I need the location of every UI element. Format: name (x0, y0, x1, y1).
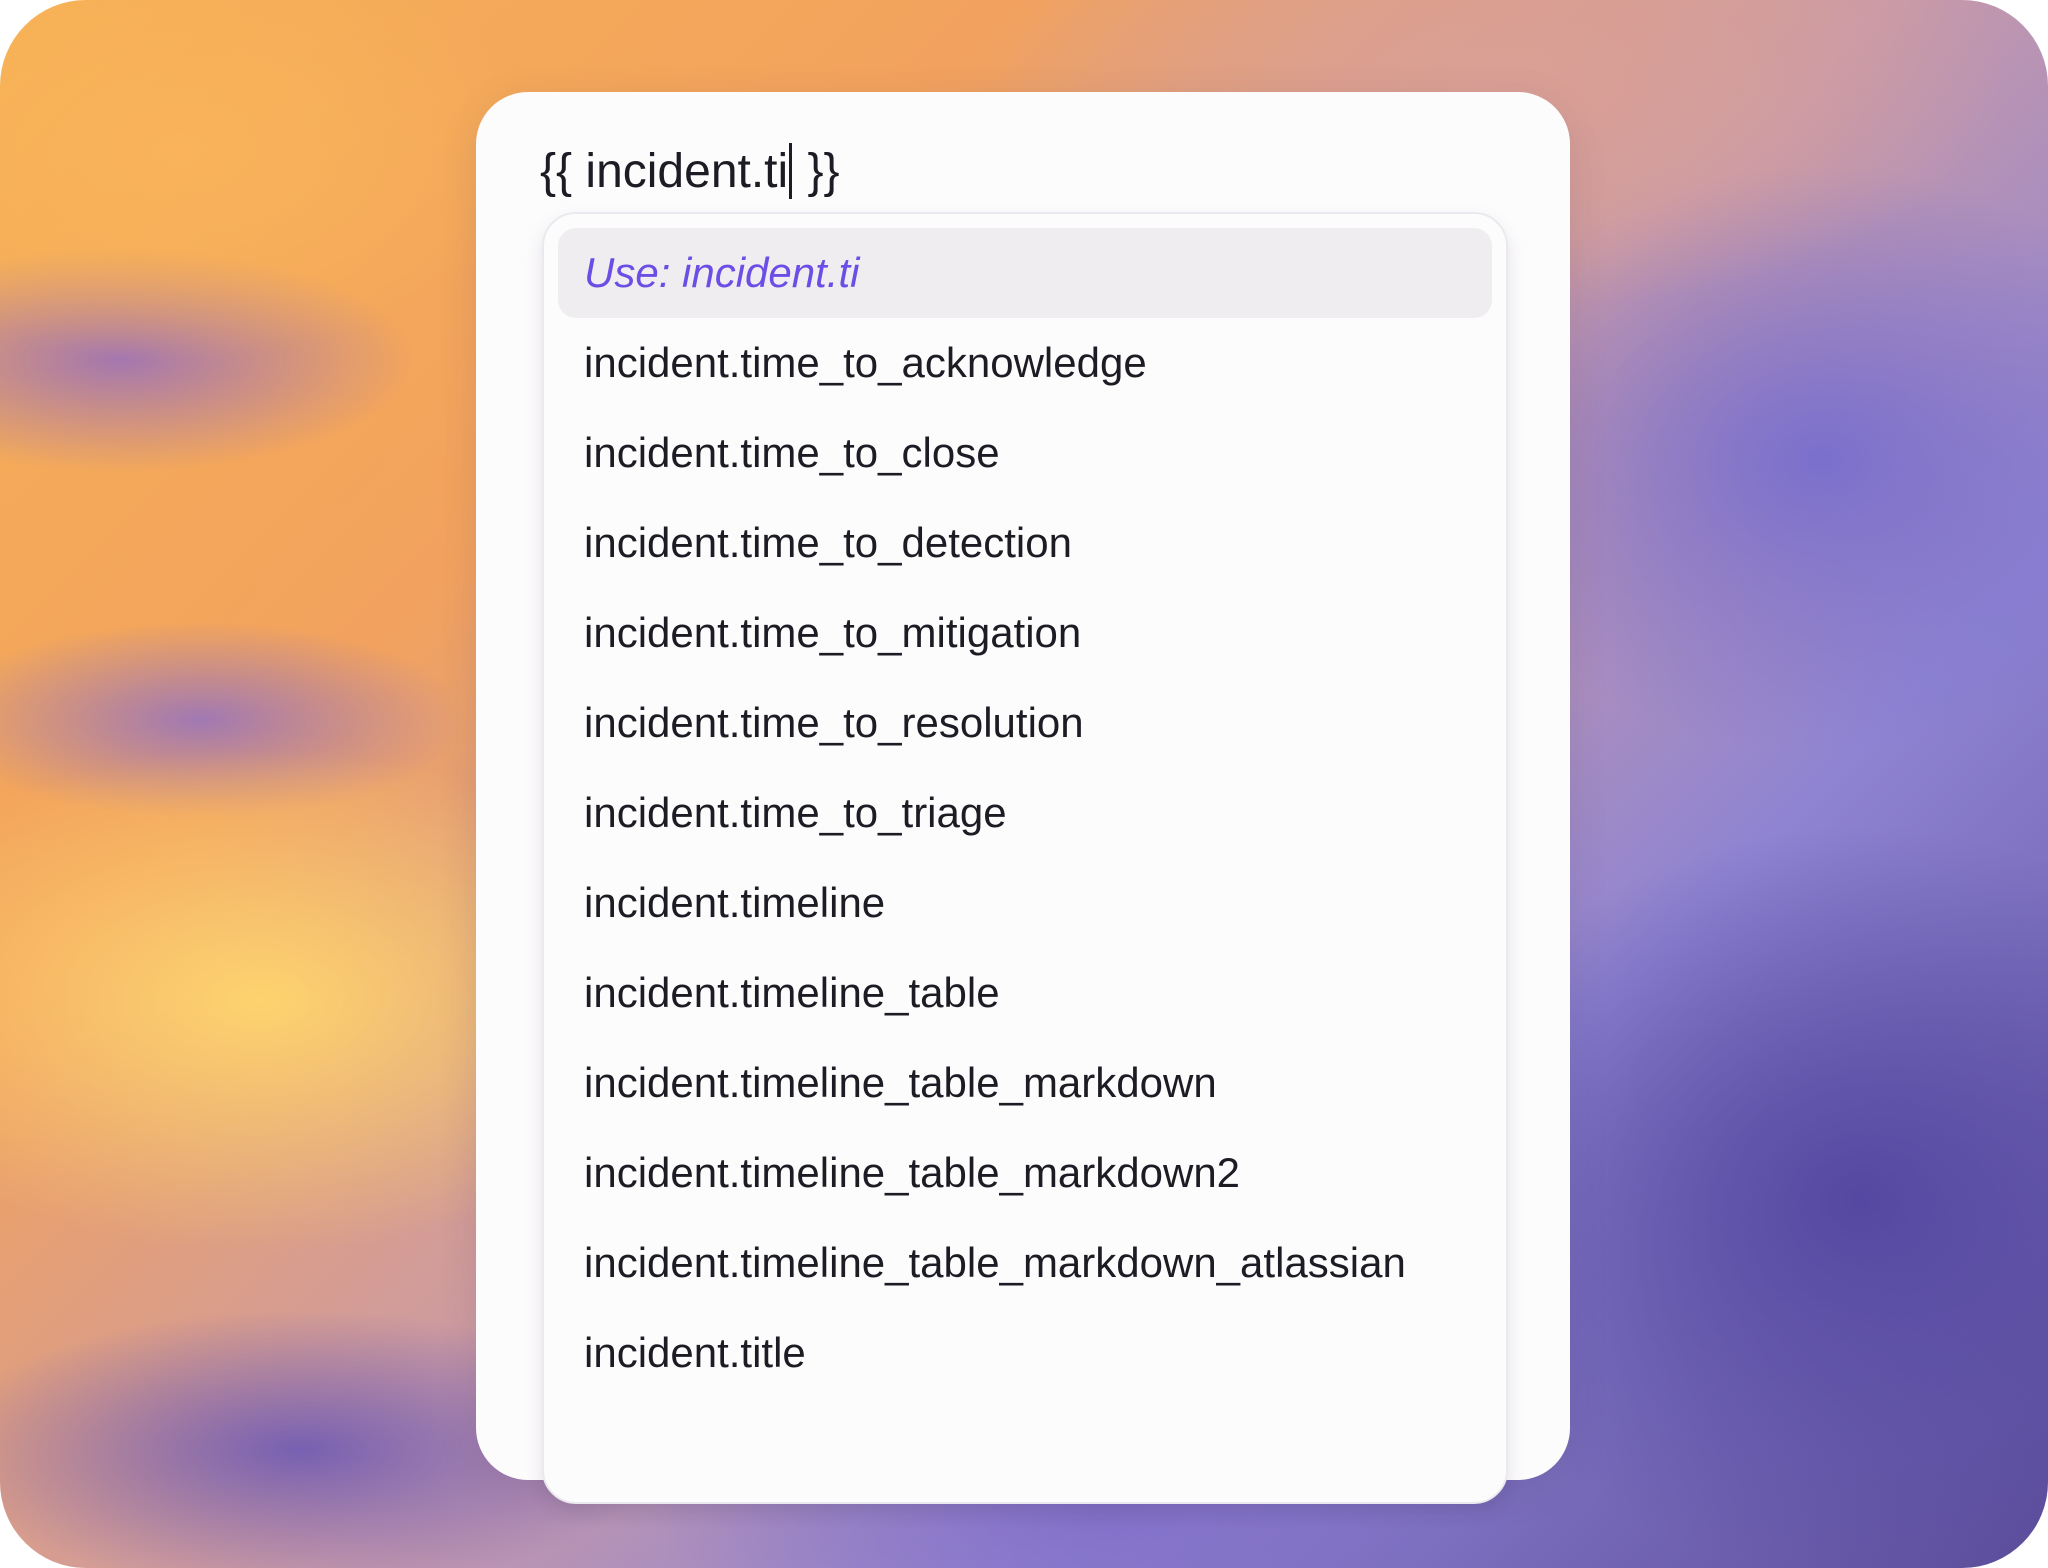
option-time-to-close[interactable]: incident.time_to_close (558, 408, 1492, 498)
option-timeline-table[interactable]: incident.timeline_table (558, 948, 1492, 1038)
option-time-to-detection[interactable]: incident.time_to_detection (558, 498, 1492, 588)
option-time-to-mitigation[interactable]: incident.time_to_mitigation (558, 588, 1492, 678)
option-timeline[interactable]: incident.timeline (558, 858, 1492, 948)
background-canvas: {{ incident.ti }} Use: incident.ti incid… (0, 0, 2048, 1568)
text-caret (789, 143, 793, 199)
use-typed-value-option[interactable]: Use: incident.ti (558, 228, 1492, 318)
template-input-prefix: {{ incident.ti (540, 144, 789, 198)
option-timeline-table-markdown2[interactable]: incident.timeline_table_markdown2 (558, 1128, 1492, 1218)
option-time-to-acknowledge[interactable]: incident.time_to_acknowledge (558, 318, 1492, 408)
option-time-to-triage[interactable]: incident.time_to_triage (558, 768, 1492, 858)
template-input-suffix: }} (794, 144, 840, 198)
option-title[interactable]: incident.title (558, 1308, 1492, 1398)
template-input[interactable]: {{ incident.ti }} (540, 136, 840, 206)
option-timeline-table-markdown[interactable]: incident.timeline_table_markdown (558, 1038, 1492, 1128)
use-typed-value-label: Use: incident.ti (584, 249, 860, 296)
option-timeline-table-markdown-atlassian[interactable]: incident.timeline_table_markdown_atlassi… (558, 1218, 1492, 1308)
variable-picker-card: {{ incident.ti }} Use: incident.ti incid… (476, 92, 1570, 1504)
autocomplete-dropdown: Use: incident.ti incident.time_to_acknow… (542, 212, 1508, 1504)
option-time-to-resolution[interactable]: incident.time_to_resolution (558, 678, 1492, 768)
